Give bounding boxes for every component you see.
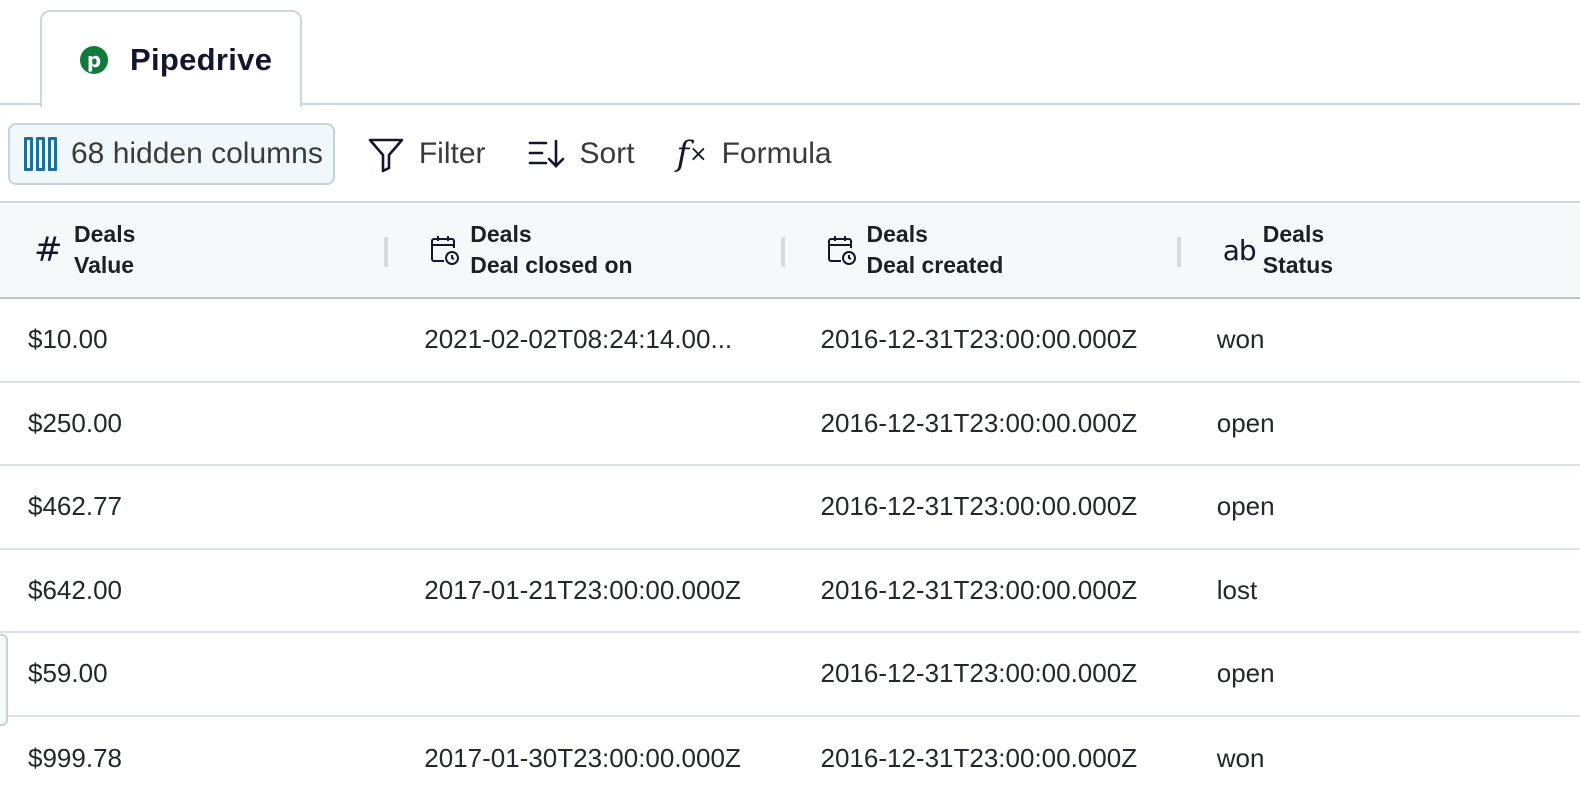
table-row[interactable]: $999.78 2017-01-30T23:00:00.000Z 2016-12… [0, 717, 1580, 800]
sort-button[interactable]: Sort [528, 123, 635, 185]
hidden-columns-label: 68 hidden columns [71, 137, 323, 171]
filter-label: Filter [419, 137, 486, 171]
cell-deal-created[interactable]: 2016-12-31T23:00:00.000Z [793, 658, 1189, 689]
table-row[interactable]: $462.77 2016-12-31T23:00:00.000Z open [0, 466, 1580, 550]
column-name-label: Status [1263, 250, 1333, 281]
cell-status[interactable]: open [1189, 491, 1580, 522]
cell-value[interactable]: $999.78 [0, 743, 396, 774]
formula-icon-f: f [677, 134, 690, 174]
column-group-label: Deals [74, 219, 135, 250]
table-row[interactable]: $59.00 2016-12-31T23:00:00.000Z open [0, 633, 1580, 717]
toolbar: 68 hidden columns Filter Sort f× Formula [0, 107, 1580, 201]
cell-status[interactable]: lost [1189, 575, 1580, 606]
cell-deal-closed-on[interactable]: 2021-02-02T08:24:14.00... [396, 324, 792, 355]
cell-value[interactable]: $462.77 [0, 491, 396, 522]
column-name-label: Deal closed on [470, 250, 632, 281]
cell-status[interactable]: open [1189, 408, 1580, 439]
column-name-label: Deal created [867, 250, 1004, 281]
row-drag-handle[interactable] [0, 634, 8, 726]
cell-deal-closed-on[interactable]: 2017-01-21T23:00:00.000Z [396, 575, 792, 606]
cell-value[interactable]: $59.00 [0, 658, 396, 689]
cell-status[interactable]: won [1189, 743, 1580, 774]
data-table: # Deals Value Deals Deal closed on Deals [0, 201, 1580, 800]
cell-value[interactable]: $250.00 [0, 408, 396, 439]
column-resize-handle[interactable] [1177, 237, 1181, 267]
cell-deal-created[interactable]: 2016-12-31T23:00:00.000Z [793, 491, 1189, 522]
cell-deal-created[interactable]: 2016-12-31T23:00:00.000Z [793, 575, 1189, 606]
column-resize-handle[interactable] [384, 237, 388, 267]
table-header: # Deals Value Deals Deal closed on Deals [0, 201, 1580, 299]
column-resize-handle[interactable] [781, 237, 785, 267]
column-header-status[interactable]: ab Deals Status [1189, 203, 1580, 297]
tab-label: Pipedrive [130, 42, 272, 78]
formula-icon-x: × [689, 142, 707, 167]
hidden-columns-button[interactable]: 68 hidden columns [8, 123, 335, 185]
formula-label: Formula [722, 137, 832, 171]
sort-label: Sort [580, 137, 635, 171]
formula-icon: f× [677, 134, 708, 174]
filter-icon [367, 135, 405, 173]
column-group-label: Deals [867, 219, 1004, 250]
column-name-label: Value [74, 250, 135, 281]
number-type-icon: # [34, 230, 74, 270]
tab-bar: p Pipedrive [0, 0, 1580, 105]
column-header-value[interactable]: # Deals Value [0, 203, 396, 297]
table-row[interactable]: $642.00 2017-01-21T23:00:00.000Z 2016-12… [0, 550, 1580, 634]
cell-deal-created[interactable]: 2016-12-31T23:00:00.000Z [793, 324, 1189, 355]
text-type-icon: ab [1223, 234, 1263, 267]
formula-button[interactable]: f× Formula [677, 123, 832, 185]
cell-deal-closed-on[interactable]: 2017-01-30T23:00:00.000Z [396, 743, 792, 774]
tab-pipedrive[interactable]: p Pipedrive [40, 10, 302, 107]
sort-icon [528, 138, 566, 170]
table-row[interactable]: $10.00 2021-02-02T08:24:14.00... 2016-12… [0, 299, 1580, 383]
calendar-clock-icon [827, 234, 867, 266]
column-header-deal-closed-on[interactable]: Deals Deal closed on [396, 203, 792, 297]
cell-status[interactable]: won [1189, 324, 1580, 355]
filter-button[interactable]: Filter [367, 123, 486, 185]
cell-value[interactable]: $10.00 [0, 324, 396, 355]
column-group-label: Deals [470, 219, 632, 250]
column-group-label: Deals [1263, 219, 1333, 250]
cell-value[interactable]: $642.00 [0, 575, 396, 606]
cell-status[interactable]: open [1189, 658, 1580, 689]
table-row[interactable]: $250.00 2016-12-31T23:00:00.000Z open [0, 383, 1580, 467]
cell-deal-created[interactable]: 2016-12-31T23:00:00.000Z [793, 408, 1189, 439]
calendar-clock-icon [430, 234, 470, 266]
column-header-deal-created[interactable]: Deals Deal created [793, 203, 1189, 297]
columns-icon [24, 137, 57, 171]
cell-deal-created[interactable]: 2016-12-31T23:00:00.000Z [793, 743, 1189, 774]
pipedrive-logo-icon: p [80, 46, 108, 74]
